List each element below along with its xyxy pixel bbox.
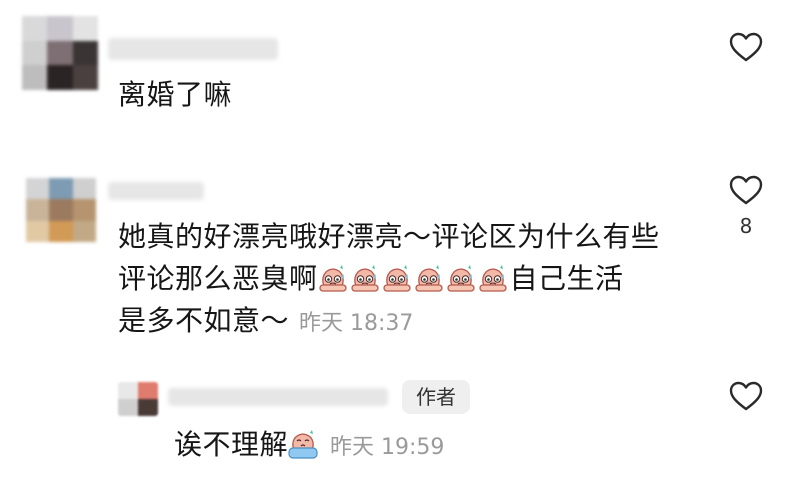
like-count: 8 — [739, 214, 753, 238]
sweat-emoji-icon — [382, 264, 412, 294]
crying-emoji-icon — [288, 430, 318, 460]
sweat-emoji-icon — [350, 264, 380, 294]
timestamp: 昨天 19:59 — [330, 435, 445, 460]
comment-text-line: 评论那么恶臭啊 自己生活 — [118, 258, 660, 300]
like-heart-icon[interactable] — [729, 175, 763, 205]
comment-text: 离婚了嘛 — [118, 78, 233, 111]
avatar[interactable] — [118, 382, 158, 416]
reply-text-segment: 诶不理解 — [174, 428, 289, 461]
like-heart-icon[interactable] — [729, 381, 763, 411]
username[interactable] — [108, 182, 204, 200]
sweat-emoji-icon — [414, 264, 444, 294]
username[interactable] — [108, 38, 278, 60]
sweat-emoji-icon — [318, 264, 348, 294]
avatar[interactable] — [26, 178, 96, 242]
avatar[interactable] — [22, 16, 98, 90]
comment-text-segment: 评论那么恶臭啊 — [118, 262, 318, 295]
comment-text-line: 她真的好漂亮哦好漂亮～评论区为什么有些 — [118, 220, 660, 253]
like-heart-icon[interactable] — [729, 32, 763, 62]
comment-item: 离婚了嘛 — [0, 0, 800, 150]
timestamp: 昨天 18:37 — [299, 311, 414, 336]
username[interactable] — [168, 388, 388, 406]
reply-text: 诶不理解 昨天 19:59 — [174, 424, 444, 469]
sweat-emoji-icon — [478, 264, 508, 294]
sweat-emoji-icon — [446, 264, 476, 294]
comment-text: 她真的好漂亮哦好漂亮～评论区为什么有些 评论那么恶臭啊 自己生活 是多不如意～ 昨天… — [118, 216, 660, 345]
author-badge: 作者 — [402, 380, 470, 414]
comment-text-segment: 自己生活 — [509, 262, 624, 295]
comment-text-segment: 是多不如意～ — [118, 304, 290, 337]
comment-text-line: 是多不如意～ 昨天 18:37 — [118, 300, 660, 345]
